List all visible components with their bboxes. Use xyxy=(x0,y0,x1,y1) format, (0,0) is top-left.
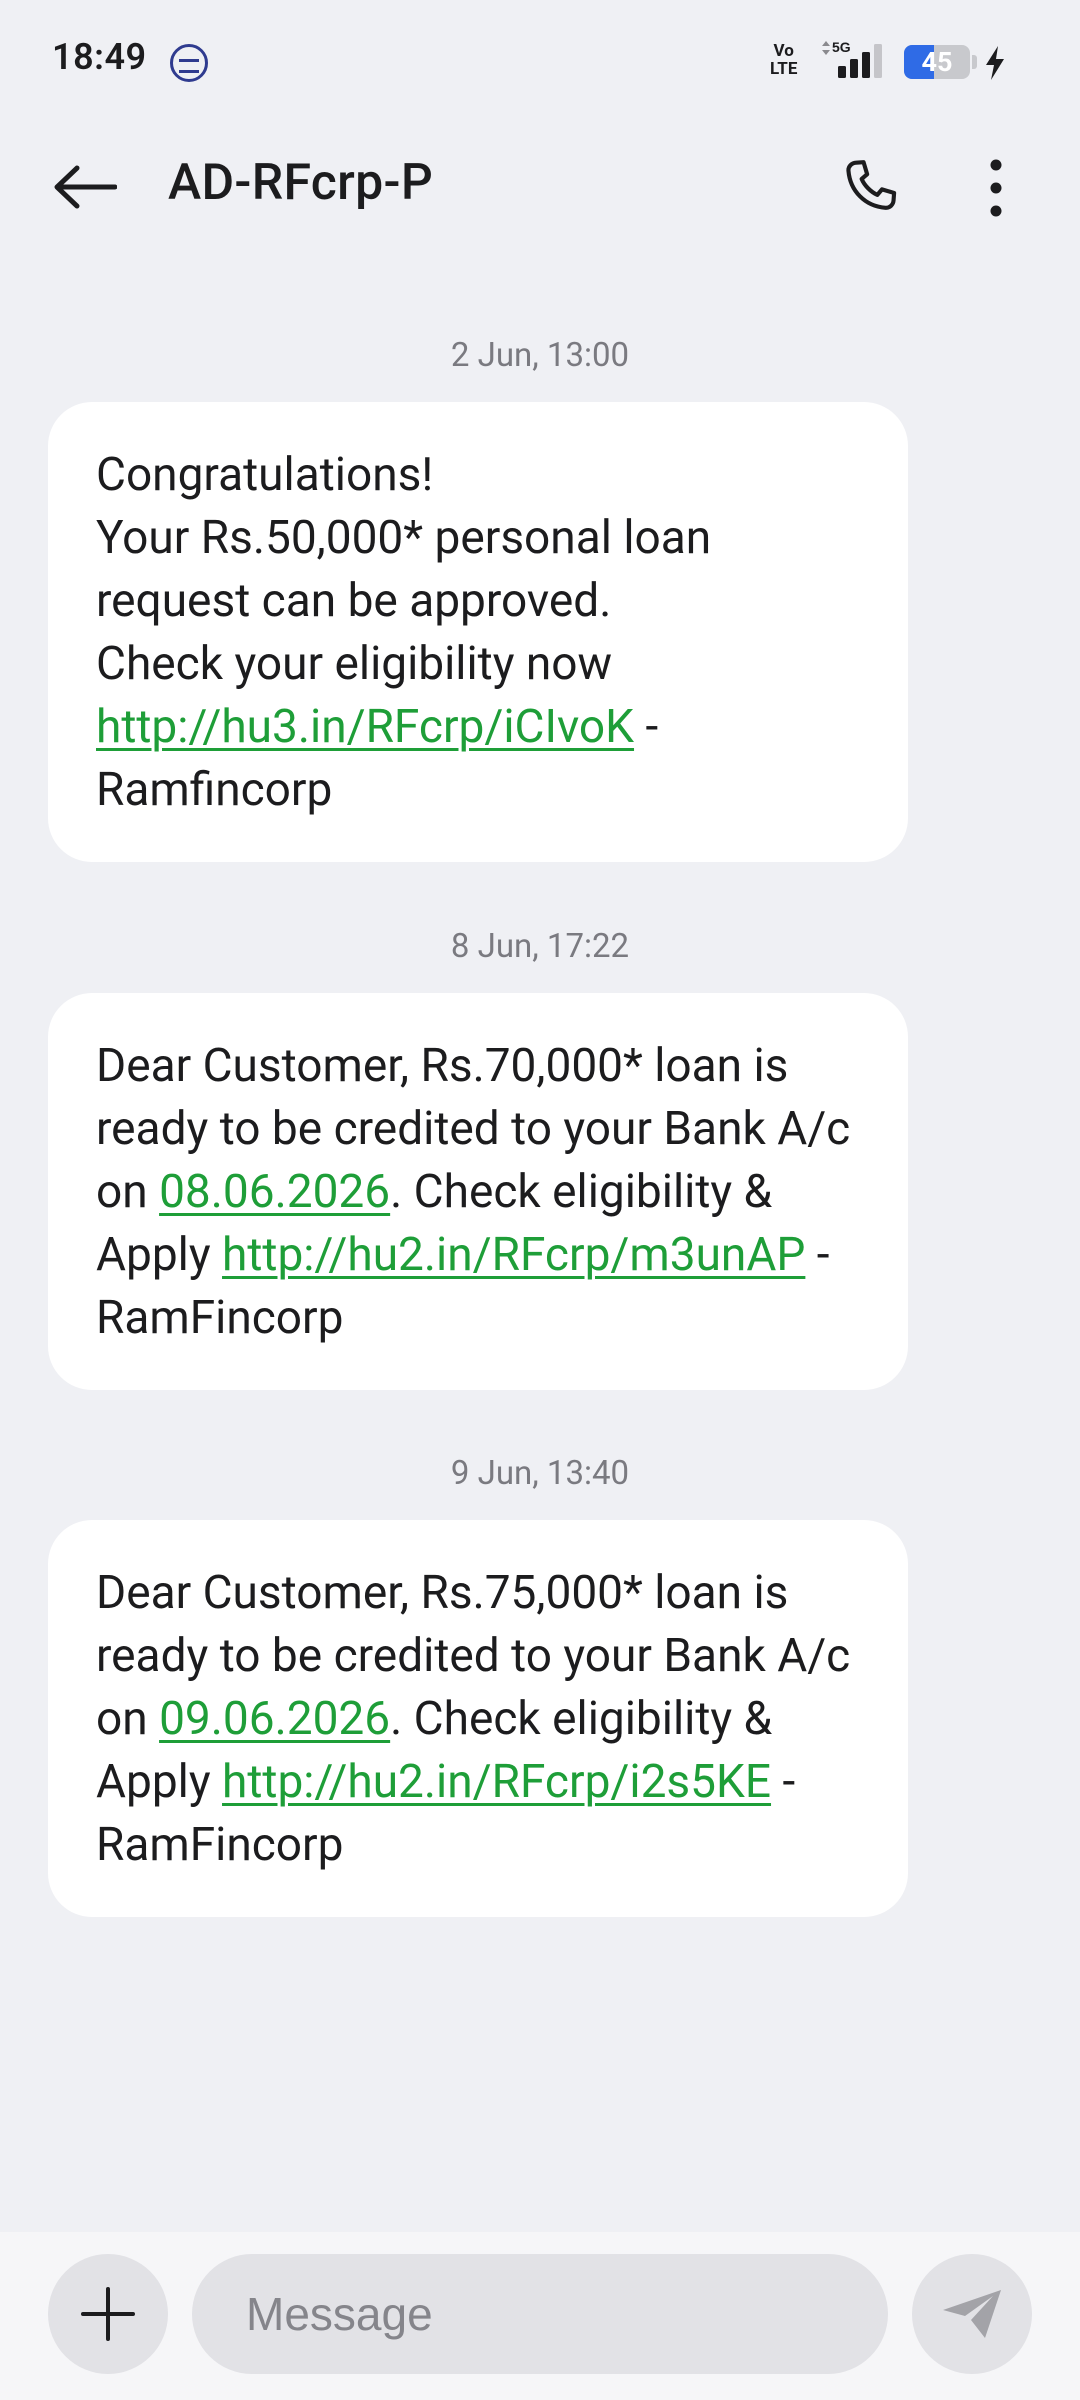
ring-app-icon xyxy=(170,44,208,82)
battery-indicator: 45 xyxy=(904,45,970,79)
plus-icon xyxy=(81,2287,135,2341)
message-line: Your Rs.50,000* personal loan request ca… xyxy=(96,511,712,628)
conversation-title: AD-RFcrp-P xyxy=(168,154,434,212)
message-signature: Ramfincorp xyxy=(96,763,333,817)
more-vertical-icon xyxy=(990,159,1002,217)
app-bar: AD-RFcrp-P xyxy=(0,124,1080,248)
message-date-link[interactable]: 08.06.2026 xyxy=(159,1165,390,1219)
status-time: 18:49 xyxy=(52,36,147,78)
message-bubble[interactable]: Congratulations! Your Rs.50,000* persona… xyxy=(48,402,908,862)
status-bar: 18:49 Vo LTE 5G 45 xyxy=(0,0,1080,124)
volte-indicator: Vo LTE xyxy=(770,41,798,79)
message-line: Check your eligibility now xyxy=(96,637,613,691)
message-bubble[interactable]: Dear Customer, Rs.75,000* loan is ready … xyxy=(48,1520,908,1917)
charging-bolt-icon xyxy=(986,46,1004,80)
message-timestamp: 9 Jun, 13:40 xyxy=(450,1454,630,1493)
add-attachment-button[interactable] xyxy=(48,2254,168,2374)
signal-icon: 5G xyxy=(822,40,882,78)
call-button[interactable] xyxy=(826,148,916,228)
message-line: Congratulations! xyxy=(96,448,434,502)
send-button[interactable] xyxy=(912,2254,1032,2374)
message-link[interactable]: http://hu3.in/RFcrp/iCIvoK xyxy=(96,700,634,754)
arrow-left-icon xyxy=(54,165,117,209)
battery-level: 45 xyxy=(921,46,953,78)
message-date-link[interactable]: 09.06.2026 xyxy=(159,1692,390,1746)
battery-tip xyxy=(972,55,977,69)
composer-bar xyxy=(0,2232,1080,2400)
message-link[interactable]: http://hu2.in/RFcrp/i2s5KE xyxy=(222,1755,771,1809)
message-bubble[interactable]: Dear Customer, Rs.70,000* loan is ready … xyxy=(48,993,908,1390)
message-input[interactable] xyxy=(192,2254,888,2374)
send-icon xyxy=(943,2290,1001,2338)
message-timestamp: 2 Jun, 13:00 xyxy=(450,336,630,375)
phone-icon xyxy=(846,160,897,210)
message-timestamp: 8 Jun, 17:22 xyxy=(450,927,630,966)
network-type-label: 5G xyxy=(832,40,851,55)
conversation-screen: 18:49 Vo LTE 5G 45 AD-RFcrp-P 2 Jun, 13:… xyxy=(0,0,1080,2400)
message-text: - xyxy=(634,700,659,754)
more-options-button[interactable] xyxy=(964,148,1028,228)
back-button[interactable] xyxy=(40,152,130,222)
message-link[interactable]: http://hu2.in/RFcrp/m3unAP xyxy=(222,1228,805,1282)
